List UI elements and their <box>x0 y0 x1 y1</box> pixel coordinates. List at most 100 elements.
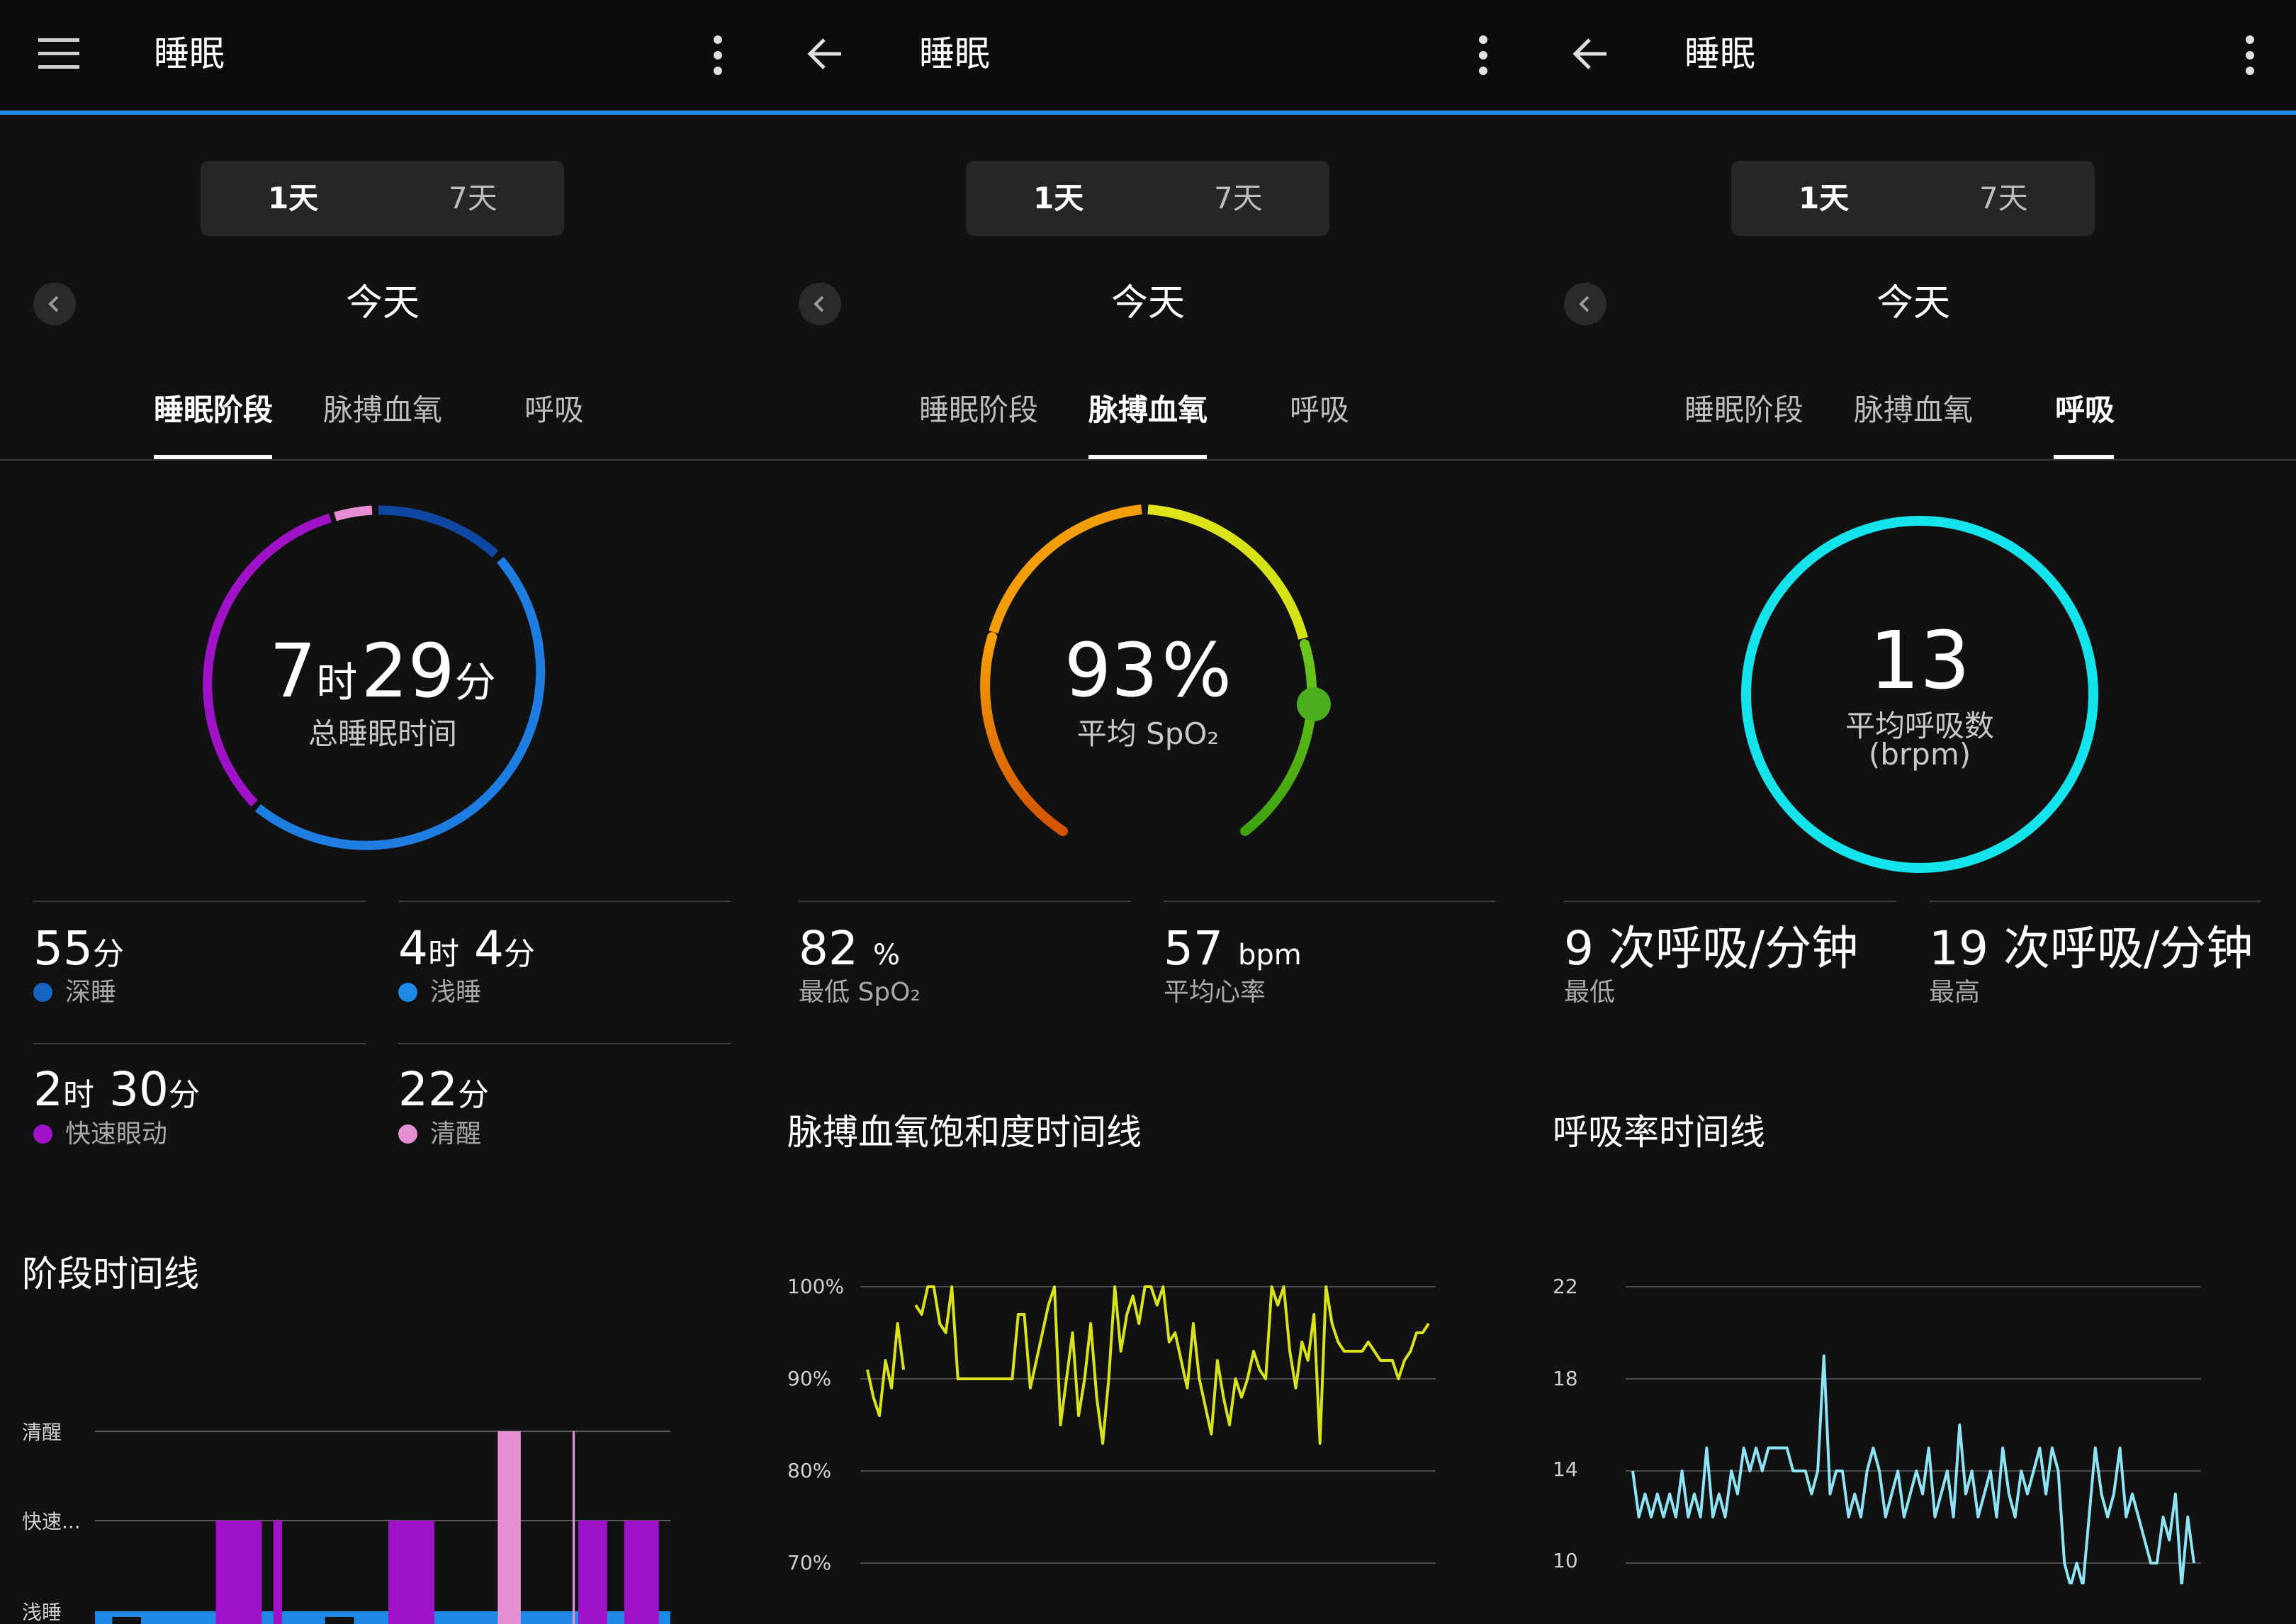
rem-stage-bar <box>215 1521 262 1624</box>
stat-divider <box>398 1043 731 1044</box>
rem-stage-bar <box>394 1521 435 1624</box>
timeline-level-rem: 快速... <box>22 1510 81 1533</box>
stat-divider <box>1929 901 2261 902</box>
lowest-respiration-value: 9 次呼吸/分钟 <box>1564 921 1859 976</box>
tab-respiration[interactable]: 呼吸 <box>1290 391 1349 429</box>
date-label: 今天 <box>346 282 420 325</box>
range-1-day-tab[interactable]: 1天 <box>1033 179 1084 218</box>
ring-segment-awake <box>334 505 373 521</box>
pulse-ox-panel: 睡眠 1天 7天 今天 睡眠阶段 脉搏血氧 呼吸 93 % 平均 SpO₂ 82… <box>765 0 1531 1624</box>
gauge-marker <box>1297 687 1331 721</box>
spo2-series-line <box>866 1285 1430 1445</box>
y-tick-label: 14 <box>1553 1457 1578 1481</box>
tab-respiration[interactable]: 呼吸 <box>2055 391 2115 429</box>
stat-divider <box>33 1043 366 1044</box>
timeline-level-awake: 清醒 <box>22 1421 62 1444</box>
rem-stage-bar <box>273 1521 282 1624</box>
app-bar: 睡眠 <box>1531 0 2296 111</box>
vertical-dots-more-icon[interactable] <box>2239 35 2261 75</box>
awake-stage-bar <box>572 1431 575 1624</box>
tab-sleep-stages[interactable]: 睡眠阶段 <box>1684 391 1803 429</box>
stat-divider <box>33 901 366 902</box>
gauge-arc-high <box>1240 639 1317 836</box>
range-toggle: 1天 7天 <box>201 161 564 236</box>
total-sleep-value: 7时 29分 <box>269 628 496 714</box>
tab-sleep-stages[interactable]: 睡眠阶段 <box>154 391 273 429</box>
page-title: 睡眠 <box>919 33 990 74</box>
awake-stage-bar <box>497 1431 521 1624</box>
y-tick-label: 90% <box>787 1367 832 1390</box>
highest-respiration-label: 最高 <box>1929 978 1981 1007</box>
date-label: 今天 <box>1111 282 1186 325</box>
stat-divider <box>1564 901 1896 902</box>
deep-sleep-label: 深睡 <box>33 976 116 1009</box>
previous-day-button[interactable] <box>1564 283 1606 325</box>
average-respiration-unit: (brpm) <box>1868 737 1971 772</box>
hamburger-menu-icon[interactable] <box>38 37 81 71</box>
tab-pulse-ox[interactable]: 脉搏血氧 <box>1854 391 1973 429</box>
range-1-day-tab[interactable]: 1天 <box>1799 179 1849 218</box>
chevron-left-icon <box>814 295 824 312</box>
light-sleep-label: 浅睡 <box>398 976 481 1009</box>
tab-respiration[interactable]: 呼吸 <box>524 391 584 429</box>
y-tick-label: 22 <box>1553 1275 1578 1298</box>
range-7-day-tab[interactable]: 7天 <box>1214 179 1263 218</box>
average-respiration-value: 13 <box>1869 615 1971 707</box>
chevron-left-icon <box>1579 295 1589 312</box>
y-tick-label: 100% <box>787 1275 845 1298</box>
deep-sleep-color-dot <box>33 983 52 1002</box>
awake-value: 22分 <box>398 1062 489 1117</box>
total-sleep-label: 总睡眠时间 <box>308 716 457 751</box>
lowest-spo2-value: 82 % <box>799 921 900 976</box>
lowest-spo2-label: 最低 SpO₂ <box>799 978 921 1007</box>
range-toggle: 1天 7天 <box>966 161 1329 236</box>
tab-pulse-ox[interactable]: 脉搏血氧 <box>323 391 442 429</box>
previous-day-button[interactable] <box>799 283 841 325</box>
lowest-respiration-label: 最低 <box>1564 978 1616 1007</box>
rem-stage-bar <box>578 1521 607 1624</box>
y-tick-label: 80% <box>787 1459 832 1482</box>
sleep-stages-panel: 睡眠 1天 7天 今天 睡眠阶段 脉搏血氧 呼吸 7时 29分 总睡眠时间 55… <box>0 0 765 1624</box>
tab-sleep-stages[interactable]: 睡眠阶段 <box>919 391 1038 429</box>
respiration-panel: 睡眠 1天 7天 今天 睡眠阶段 脉搏血氧 呼吸 13 平均呼吸数 (brpm)… <box>1531 0 2296 1624</box>
back-arrow-icon[interactable] <box>806 34 845 74</box>
range-1-day-tab[interactable]: 1天 <box>268 179 318 218</box>
page-title: 睡眠 <box>154 33 225 74</box>
gauge-arc-mid <box>1147 504 1308 640</box>
tab-bar-rule <box>0 459 2296 461</box>
average-heart-rate-value: 57 bpm <box>1164 921 1302 976</box>
range-7-day-tab[interactable]: 7天 <box>1979 179 2028 218</box>
stat-divider <box>799 901 1131 902</box>
stat-divider <box>398 901 731 902</box>
range-7-day-tab[interactable]: 7天 <box>449 179 497 218</box>
stat-divider <box>1164 901 1496 902</box>
range-toggle: 1天 7天 <box>1731 161 2095 236</box>
spo2-value: 93 % <box>1064 627 1232 714</box>
tab-pulse-ox[interactable]: 脉搏血氧 <box>1088 391 1208 429</box>
previous-day-button[interactable] <box>33 283 76 325</box>
app-bar: 睡眠 <box>765 0 1531 111</box>
light-sleep-value: 4时 4分 <box>398 921 535 976</box>
y-tick-label: 70% <box>787 1551 832 1574</box>
rem-sleep-color-dot <box>33 1124 52 1144</box>
respiration-series-line <box>1631 1354 2195 1584</box>
rem-sleep-label: 快速眼动 <box>33 1118 167 1151</box>
rem-stage-bar <box>624 1521 659 1624</box>
y-tick-label: 10 <box>1553 1549 1578 1572</box>
y-tick-label: 18 <box>1553 1367 1578 1390</box>
back-arrow-icon[interactable] <box>1571 34 1611 74</box>
awake-color-dot <box>398 1124 417 1144</box>
chevron-left-icon <box>48 295 59 312</box>
rem-stage-bar <box>388 1521 395 1624</box>
spo2-label: 平均 SpO₂ <box>1076 716 1220 751</box>
rem-sleep-value: 2时 30分 <box>33 1062 200 1117</box>
light-sleep-color-dot <box>398 983 417 1002</box>
vertical-dots-more-icon[interactable] <box>1473 35 1494 75</box>
timeline-gap <box>325 1617 354 1624</box>
average-heart-rate-label: 平均心率 <box>1164 978 1266 1007</box>
vertical-dots-more-icon[interactable] <box>707 35 728 75</box>
page-title: 睡眠 <box>1684 33 1755 74</box>
highest-respiration-value: 19 次呼吸/分钟 <box>1929 921 2253 976</box>
app-bar-divider <box>0 111 2296 115</box>
respiration-timeline-title: 呼吸率时间线 <box>1553 1112 1765 1153</box>
